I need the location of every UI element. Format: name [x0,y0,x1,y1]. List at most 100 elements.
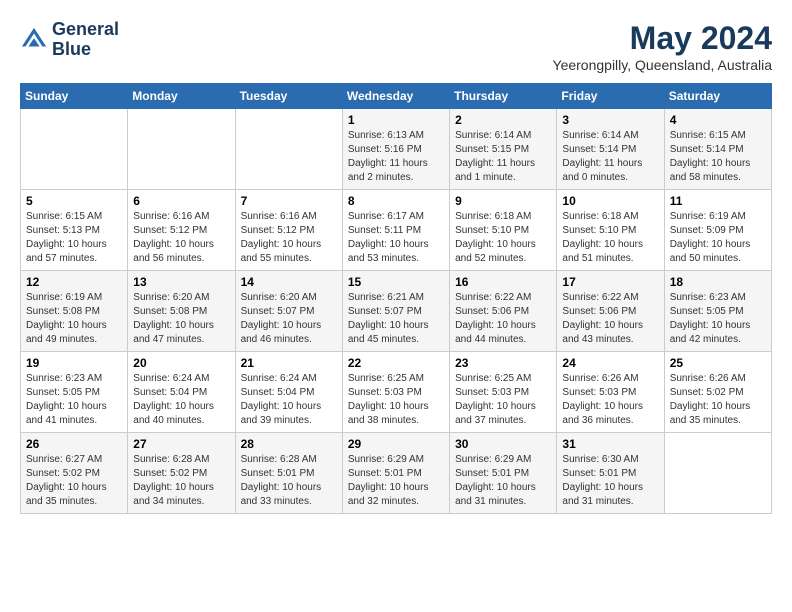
day-number: 28 [241,437,337,451]
day-number: 8 [348,194,444,208]
logo-text: General Blue [52,20,119,60]
page-header: General Blue May 2024 Yeerongpilly, Quee… [20,20,772,73]
day-info: Sunrise: 6:24 AM Sunset: 5:04 PM Dayligh… [241,372,337,428]
calendar-cell [664,433,771,514]
week-row-5: 26 Sunrise: 6:27 AM Sunset: 5:02 PM Dayli… [21,433,772,514]
weekday-header-thursday: Thursday [450,84,557,109]
day-info: Sunrise: 6:22 AM Sunset: 5:06 PM Dayligh… [455,291,551,347]
day-info: Sunrise: 6:15 AM Sunset: 5:13 PM Dayligh… [26,210,122,266]
calendar-cell: 13 Sunrise: 6:20 AM Sunset: 5:08 PM Dayli… [128,271,235,352]
calendar-cell: 22 Sunrise: 6:25 AM Sunset: 5:03 PM Dayli… [342,352,449,433]
day-number: 9 [455,194,551,208]
weekday-header-wednesday: Wednesday [342,84,449,109]
calendar-cell: 9 Sunrise: 6:18 AM Sunset: 5:10 PM Daylig… [450,190,557,271]
calendar-cell: 4 Sunrise: 6:15 AM Sunset: 5:14 PM Daylig… [664,109,771,190]
day-info: Sunrise: 6:18 AM Sunset: 5:10 PM Dayligh… [455,210,551,266]
calendar-cell [235,109,342,190]
calendar-cell: 5 Sunrise: 6:15 AM Sunset: 5:13 PM Daylig… [21,190,128,271]
calendar-cell: 31Sunrise: 6:30 AM Sunset: 5:01 PM Dayli… [557,433,664,514]
calendar-cell: 19 Sunrise: 6:23 AM Sunset: 5:05 PM Dayli… [21,352,128,433]
calendar-cell: 16 Sunrise: 6:22 AM Sunset: 5:06 PM Dayli… [450,271,557,352]
day-info: Sunrise: 6:21 AM Sunset: 5:07 PM Dayligh… [348,291,444,347]
weekday-header-sunday: Sunday [21,84,128,109]
day-info: Sunrise: 6:20 AM Sunset: 5:08 PM Dayligh… [133,291,229,347]
calendar-table: SundayMondayTuesdayWednesdayThursdayFrid… [20,83,772,514]
calendar-cell: 3Sunrise: 6:14 AM Sunset: 5:14 PM Daylig… [557,109,664,190]
day-number: 23 [455,356,551,370]
day-info: Sunrise: 6:18 AM Sunset: 5:10 PM Dayligh… [562,210,658,266]
day-number: 12 [26,275,122,289]
calendar-cell: 7Sunrise: 6:16 AM Sunset: 5:12 PM Daylig… [235,190,342,271]
day-info: Sunrise: 6:20 AM Sunset: 5:07 PM Dayligh… [241,291,337,347]
day-number: 2 [455,113,551,127]
day-info: Sunrise: 6:14 AM Sunset: 5:15 PM Dayligh… [455,129,551,185]
calendar-cell: 15 Sunrise: 6:21 AM Sunset: 5:07 PM Dayli… [342,271,449,352]
day-info: Sunrise: 6:22 AM Sunset: 5:06 PM Dayligh… [562,291,658,347]
day-number: 21 [241,356,337,370]
calendar-cell: 26 Sunrise: 6:27 AM Sunset: 5:02 PM Dayli… [21,433,128,514]
day-info: Sunrise: 6:25 AM Sunset: 5:03 PM Dayligh… [455,372,551,428]
day-number: 4 [670,113,766,127]
day-number: 17 [562,275,658,289]
day-info: Sunrise: 6:13 AM Sunset: 5:16 PM Dayligh… [348,129,444,185]
calendar-cell: 10 Sunrise: 6:18 AM Sunset: 5:10 PM Dayli… [557,190,664,271]
weekday-header-row: SundayMondayTuesdayWednesdayThursdayFrid… [21,84,772,109]
day-number: 26 [26,437,122,451]
day-number: 22 [348,356,444,370]
week-row-2: 5 Sunrise: 6:15 AM Sunset: 5:13 PM Daylig… [21,190,772,271]
location: Yeerongpilly, Queensland, Australia [553,57,772,73]
day-info: Sunrise: 6:23 AM Sunset: 5:05 PM Dayligh… [670,291,766,347]
day-number: 18 [670,275,766,289]
day-number: 5 [26,194,122,208]
calendar-cell: 21 Sunrise: 6:24 AM Sunset: 5:04 PM Dayli… [235,352,342,433]
logo-icon [20,26,48,54]
day-info: Sunrise: 6:24 AM Sunset: 5:04 PM Dayligh… [133,372,229,428]
day-number: 14 [241,275,337,289]
calendar-cell: 18 Sunrise: 6:23 AM Sunset: 5:05 PM Dayli… [664,271,771,352]
day-number: 29 [348,437,444,451]
day-info: Sunrise: 6:16 AM Sunset: 5:12 PM Dayligh… [241,210,337,266]
day-info: Sunrise: 6:23 AM Sunset: 5:05 PM Dayligh… [26,372,122,428]
calendar-cell: 25 Sunrise: 6:26 AM Sunset: 5:02 PM Dayli… [664,352,771,433]
day-number: 31 [562,437,658,451]
day-number: 25 [670,356,766,370]
day-number: 13 [133,275,229,289]
week-row-1: 1 Sunrise: 6:13 AM Sunset: 5:16 PM Daylig… [21,109,772,190]
calendar-cell: 14 Sunrise: 6:20 AM Sunset: 5:07 PM Dayli… [235,271,342,352]
calendar-cell: 11 Sunrise: 6:19 AM Sunset: 5:09 PM Dayli… [664,190,771,271]
calendar-cell [128,109,235,190]
day-info: Sunrise: 6:28 AM Sunset: 5:02 PM Dayligh… [133,453,229,509]
day-number: 24 [562,356,658,370]
calendar-cell: 17 Sunrise: 6:22 AM Sunset: 5:06 PM Dayli… [557,271,664,352]
calendar-cell: 24Sunrise: 6:26 AM Sunset: 5:03 PM Dayli… [557,352,664,433]
calendar-cell: 12 Sunrise: 6:19 AM Sunset: 5:08 PM Dayli… [21,271,128,352]
day-number: 6 [133,194,229,208]
day-number: 3 [562,113,658,127]
calendar-cell [21,109,128,190]
day-info: Sunrise: 6:26 AM Sunset: 5:02 PM Dayligh… [670,372,766,428]
calendar-cell: 20Sunrise: 6:24 AM Sunset: 5:04 PM Dayli… [128,352,235,433]
title-block: May 2024 Yeerongpilly, Queensland, Austr… [553,20,772,73]
day-number: 27 [133,437,229,451]
day-number: 1 [348,113,444,127]
day-number: 10 [562,194,658,208]
calendar-cell: 30Sunrise: 6:29 AM Sunset: 5:01 PM Dayli… [450,433,557,514]
calendar-cell: 27 Sunrise: 6:28 AM Sunset: 5:02 PM Dayli… [128,433,235,514]
day-number: 11 [670,194,766,208]
day-number: 30 [455,437,551,451]
day-number: 16 [455,275,551,289]
day-info: Sunrise: 6:19 AM Sunset: 5:08 PM Dayligh… [26,291,122,347]
day-info: Sunrise: 6:28 AM Sunset: 5:01 PM Dayligh… [241,453,337,509]
day-info: Sunrise: 6:17 AM Sunset: 5:11 PM Dayligh… [348,210,444,266]
calendar-cell: 28 Sunrise: 6:28 AM Sunset: 5:01 PM Dayli… [235,433,342,514]
day-info: Sunrise: 6:27 AM Sunset: 5:02 PM Dayligh… [26,453,122,509]
day-info: Sunrise: 6:15 AM Sunset: 5:14 PM Dayligh… [670,129,766,185]
day-info: Sunrise: 6:25 AM Sunset: 5:03 PM Dayligh… [348,372,444,428]
weekday-header-friday: Friday [557,84,664,109]
day-info: Sunrise: 6:19 AM Sunset: 5:09 PM Dayligh… [670,210,766,266]
calendar-cell: 6Sunrise: 6:16 AM Sunset: 5:12 PM Daylig… [128,190,235,271]
week-row-4: 19 Sunrise: 6:23 AM Sunset: 5:05 PM Dayli… [21,352,772,433]
day-info: Sunrise: 6:29 AM Sunset: 5:01 PM Dayligh… [348,453,444,509]
day-number: 15 [348,275,444,289]
day-number: 19 [26,356,122,370]
